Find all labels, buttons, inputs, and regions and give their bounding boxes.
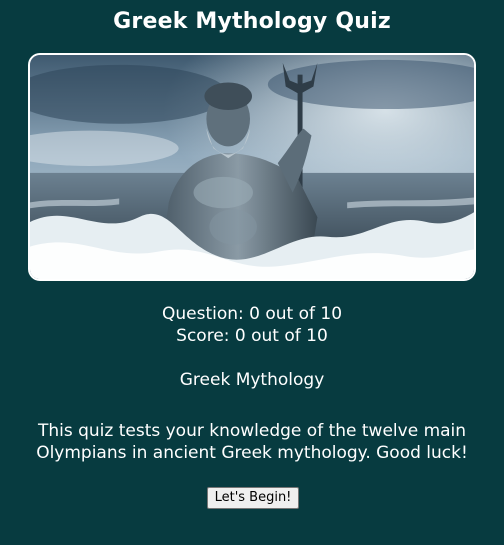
question-counter: Question: 0 out of 10 <box>161 304 343 324</box>
quiz-status: Question: 0 out of 10 Score: 0 out of 10 <box>0 303 504 347</box>
score-counter: Score: 0 out of 10 <box>176 326 328 346</box>
quiz-topic: Greek Mythology <box>179 370 325 390</box>
quiz-page: Greek Mythology Quiz Question: 0 out of … <box>0 0 504 545</box>
quiz-description: This quiz tests your knowledge of the tw… <box>36 421 468 463</box>
hero-illustration <box>30 55 474 279</box>
poseidon-statue-image <box>28 53 476 281</box>
page-title: Greek Mythology Quiz <box>113 9 391 34</box>
begin-button[interactable]: Let's Begin! <box>207 487 299 509</box>
